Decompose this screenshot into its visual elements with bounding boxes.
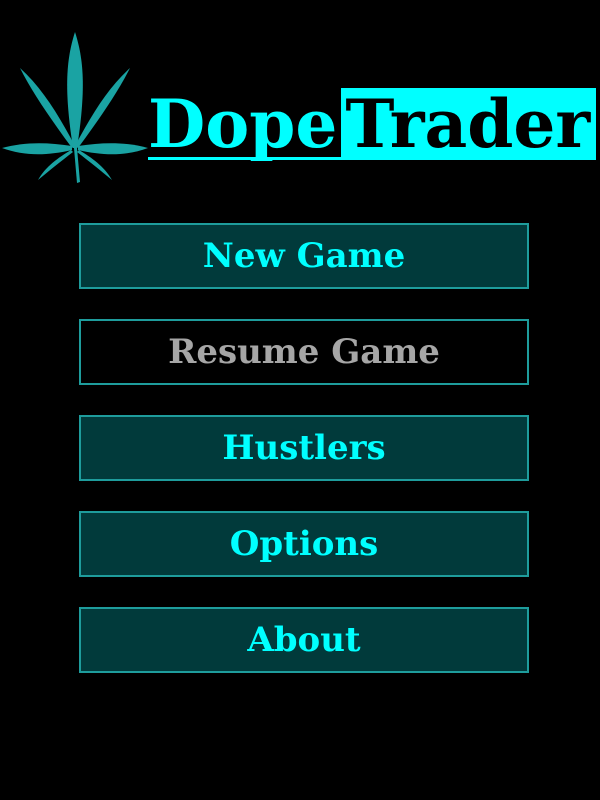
cannabis-leaf-icon — [2, 32, 148, 183]
main-menu: New Game Resume Game Hustlers Options Ab… — [79, 223, 529, 703]
title-part-trader: Trader — [341, 88, 597, 160]
game-title: Dope Trader — [148, 88, 597, 160]
title-part-dope: Dope — [148, 88, 342, 160]
new-game-button[interactable]: New Game — [79, 223, 529, 289]
resume-game-button[interactable]: Resume Game — [79, 319, 529, 385]
options-button[interactable]: Options — [79, 511, 529, 577]
hustlers-button[interactable]: Hustlers — [79, 415, 529, 481]
about-button[interactable]: About — [79, 607, 529, 673]
